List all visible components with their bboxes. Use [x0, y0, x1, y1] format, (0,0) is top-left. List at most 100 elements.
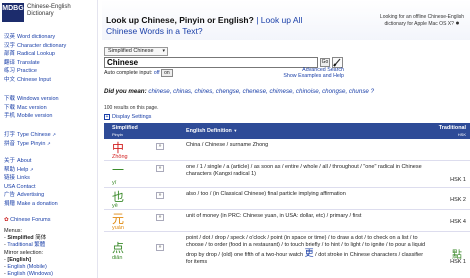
- simplified-char[interactable]: 点: [112, 242, 124, 254]
- autocomplete-off-link[interactable]: off: [154, 70, 160, 76]
- external-link-icon: ↗: [29, 166, 34, 172]
- sidebar-item-label: Type Chinese: [17, 132, 51, 138]
- chinese-forums-link[interactable]: ✿ Chinese Forums: [4, 216, 51, 225]
- pinyin: yuán: [112, 225, 124, 231]
- more-info-icon[interactable]: »: [156, 244, 164, 251]
- sidebar-item-radical-lookup[interactable]: 部首 Radical Lookup: [4, 50, 66, 59]
- sidebar-item-word-dictionary[interactable]: 汉英 Word dictionary: [4, 33, 66, 42]
- simplified-char[interactable]: 一: [112, 164, 124, 176]
- menu-label: Simplified: [7, 235, 34, 241]
- sidebar-item-cn: 汉英: [4, 34, 16, 40]
- hsk-level: HSK 4: [450, 219, 466, 225]
- sidebar-item-label: Advertising: [17, 192, 45, 199]
- results-table: Simplified Pinyin English Definition ▼ Tr…: [104, 123, 470, 274]
- col-simplified-label: Simplified: [112, 125, 138, 131]
- menu-label: Traditional: [7, 242, 33, 248]
- mirror-title: Mirror selection:: [4, 250, 44, 256]
- menu-simplified[interactable]: - Simplified 简体: [4, 235, 46, 242]
- more-info-icon[interactable]: »: [156, 192, 164, 199]
- sidebar-item-label: Links: [17, 175, 30, 182]
- sidebar-item-type-chinese[interactable]: 打字 Type Chinese ↗: [4, 131, 56, 140]
- sidebar-item-advertising[interactable]: 广告 Advertising: [4, 191, 58, 200]
- examples-help-link[interactable]: Show Examples and Help: [283, 73, 344, 79]
- logo-mark: MDBG: [2, 3, 24, 22]
- hsk-level: HSK 1: [450, 177, 466, 183]
- autocomplete-label: Auto complete input:: [104, 70, 153, 76]
- sidebar-item-character-dictionary[interactable]: 汉字 Character dictionary: [4, 42, 66, 51]
- inline-char-link[interactable]: 更: [305, 248, 314, 258]
- autocomplete-on-button[interactable]: on: [161, 69, 173, 77]
- simplified-char[interactable]: 也: [112, 191, 124, 203]
- col-definition-label: English Definition: [186, 128, 232, 134]
- simplified-char[interactable]: 中: [112, 142, 124, 154]
- sidebar-item-cn: 练习: [4, 68, 16, 75]
- more-info-icon[interactable]: »: [156, 165, 164, 172]
- sidebar-item-windows-version[interactable]: 下载 Windows version: [4, 95, 59, 104]
- display-settings-toggle[interactable]: + Display Settings: [104, 114, 151, 120]
- sidebar-item-about[interactable]: 关于 About: [4, 157, 58, 166]
- sidebar-item-translate[interactable]: 翻译 Translate: [4, 59, 66, 68]
- sidebar-item-label: Radical Lookup: [17, 51, 55, 58]
- menu-cn: 繁體: [34, 242, 46, 248]
- chevron-down-icon: ▾: [162, 48, 165, 54]
- sort-arrow-icon: ▼: [233, 128, 238, 133]
- mirror-english[interactable]: - [English]: [4, 257, 53, 264]
- sidebar-item-label: Practice: [17, 68, 37, 75]
- menu-traditional[interactable]: - Traditional 繁體: [4, 242, 46, 249]
- results-header: Simplified Pinyin English Definition ▼ Tr…: [104, 123, 470, 139]
- definition: also / too / (in Classical Chinese) fina…: [186, 191, 346, 197]
- table-row: 点 diǎn » point / dot / drop / speck / o'…: [104, 232, 470, 274]
- sidebar-item-usa-contact[interactable]: USA Contact: [4, 183, 58, 192]
- logo-line1: Chinese-English: [27, 4, 71, 10]
- hsk-level: HSK 2: [450, 197, 466, 203]
- sidebar-item-label: Make a donation: [17, 200, 58, 207]
- external-link-icon: ↗: [52, 132, 56, 137]
- sidebar-item-donation[interactable]: 捐赠 Make a donation: [4, 200, 58, 209]
- search-help-links: Advanced Search Show Examples and Help: [280, 67, 344, 80]
- col-simplified: Simplified Pinyin: [112, 125, 138, 137]
- sidebar-item-cn: 帮助: [4, 166, 16, 173]
- did-you-mean-suggestions[interactable]: chinese, chinas, chines, chengse, chenes…: [148, 88, 374, 95]
- menu-cn: 简体: [35, 235, 47, 241]
- autocomplete-control: Auto complete input: off on: [104, 69, 173, 77]
- ad-text: Looking for an offline Chinese-English d…: [379, 14, 465, 27]
- sidebar-item-mobile-version[interactable]: 手机 Mobile version: [4, 112, 59, 121]
- mac-app-ad[interactable]: Looking for an offline Chinese-English d…: [374, 14, 470, 27]
- sidebar-item-help[interactable]: 帮助 Help ↗: [4, 166, 58, 175]
- mirror-label: English (Windows): [7, 271, 53, 277]
- more-info-icon[interactable]: »: [156, 214, 164, 221]
- sidebar-item-links[interactable]: 链接 Links: [4, 174, 58, 183]
- sidebar-item-cn: 下载: [4, 104, 16, 111]
- mirror-english-windows[interactable]: - English (Windows): [4, 271, 53, 278]
- pinyin: yě: [112, 203, 118, 209]
- sidebar-menus: Menus: - Simplified 简体 - Traditional 繁體: [4, 228, 46, 249]
- sidebar-item-cn: 拼音: [4, 140, 16, 147]
- sidebar-nav-main: 汉英 Word dictionary 汉字 Character dictionary…: [4, 33, 66, 85]
- sidebar-item-type-pinyin[interactable]: 拼音 Type Pinyin ↗: [4, 140, 56, 149]
- dictionary-select[interactable]: Simplified Chinese ▾: [104, 47, 168, 56]
- definition: point / dot / drop / speck / o'clock / p…: [186, 235, 426, 266]
- go-button[interactable]: Go: [320, 58, 330, 67]
- more-info-icon[interactable]: »: [156, 143, 164, 150]
- logo-text: Chinese-English Dictionary: [27, 4, 71, 18]
- sidebar-item-cn: 中文: [4, 76, 16, 83]
- sidebar-item-practice[interactable]: 练习 Practice: [4, 67, 66, 76]
- sidebar-nav-about: 关于 About 帮助 Help ↗ 链接 Links USA Contact 广告 A…: [4, 157, 58, 209]
- hsk-level: HSK 1: [450, 259, 466, 265]
- simplified-char[interactable]: 元: [112, 213, 124, 225]
- expand-icon: +: [104, 114, 110, 120]
- mirror-english-mobile[interactable]: - English (Mobile): [4, 264, 53, 271]
- sidebar-forum: ✿ Chinese Forums: [4, 216, 51, 225]
- sidebar-item-chinese-input[interactable]: 中文 Chinese Input: [4, 76, 66, 85]
- menus-title: Menus:: [4, 228, 23, 234]
- sidebar-item-mac-version[interactable]: 下载 Mac version: [4, 104, 59, 113]
- forum-label: Chinese Forums: [10, 217, 51, 223]
- sidebar-item-cn: 手机: [4, 113, 16, 120]
- mdbg-logo[interactable]: MDBG Chinese-English Dictionary: [2, 3, 86, 25]
- results-count: 100 results on this page.: [104, 105, 159, 111]
- advanced-search-link[interactable]: Advanced Search: [302, 67, 344, 73]
- sidebar-item-cn: 汉字: [4, 42, 16, 49]
- sidebar-item-cn: 打字: [4, 132, 16, 138]
- mirror-label: English (Mobile): [7, 264, 47, 270]
- sidebar-item-label: Mobile version: [17, 113, 53, 120]
